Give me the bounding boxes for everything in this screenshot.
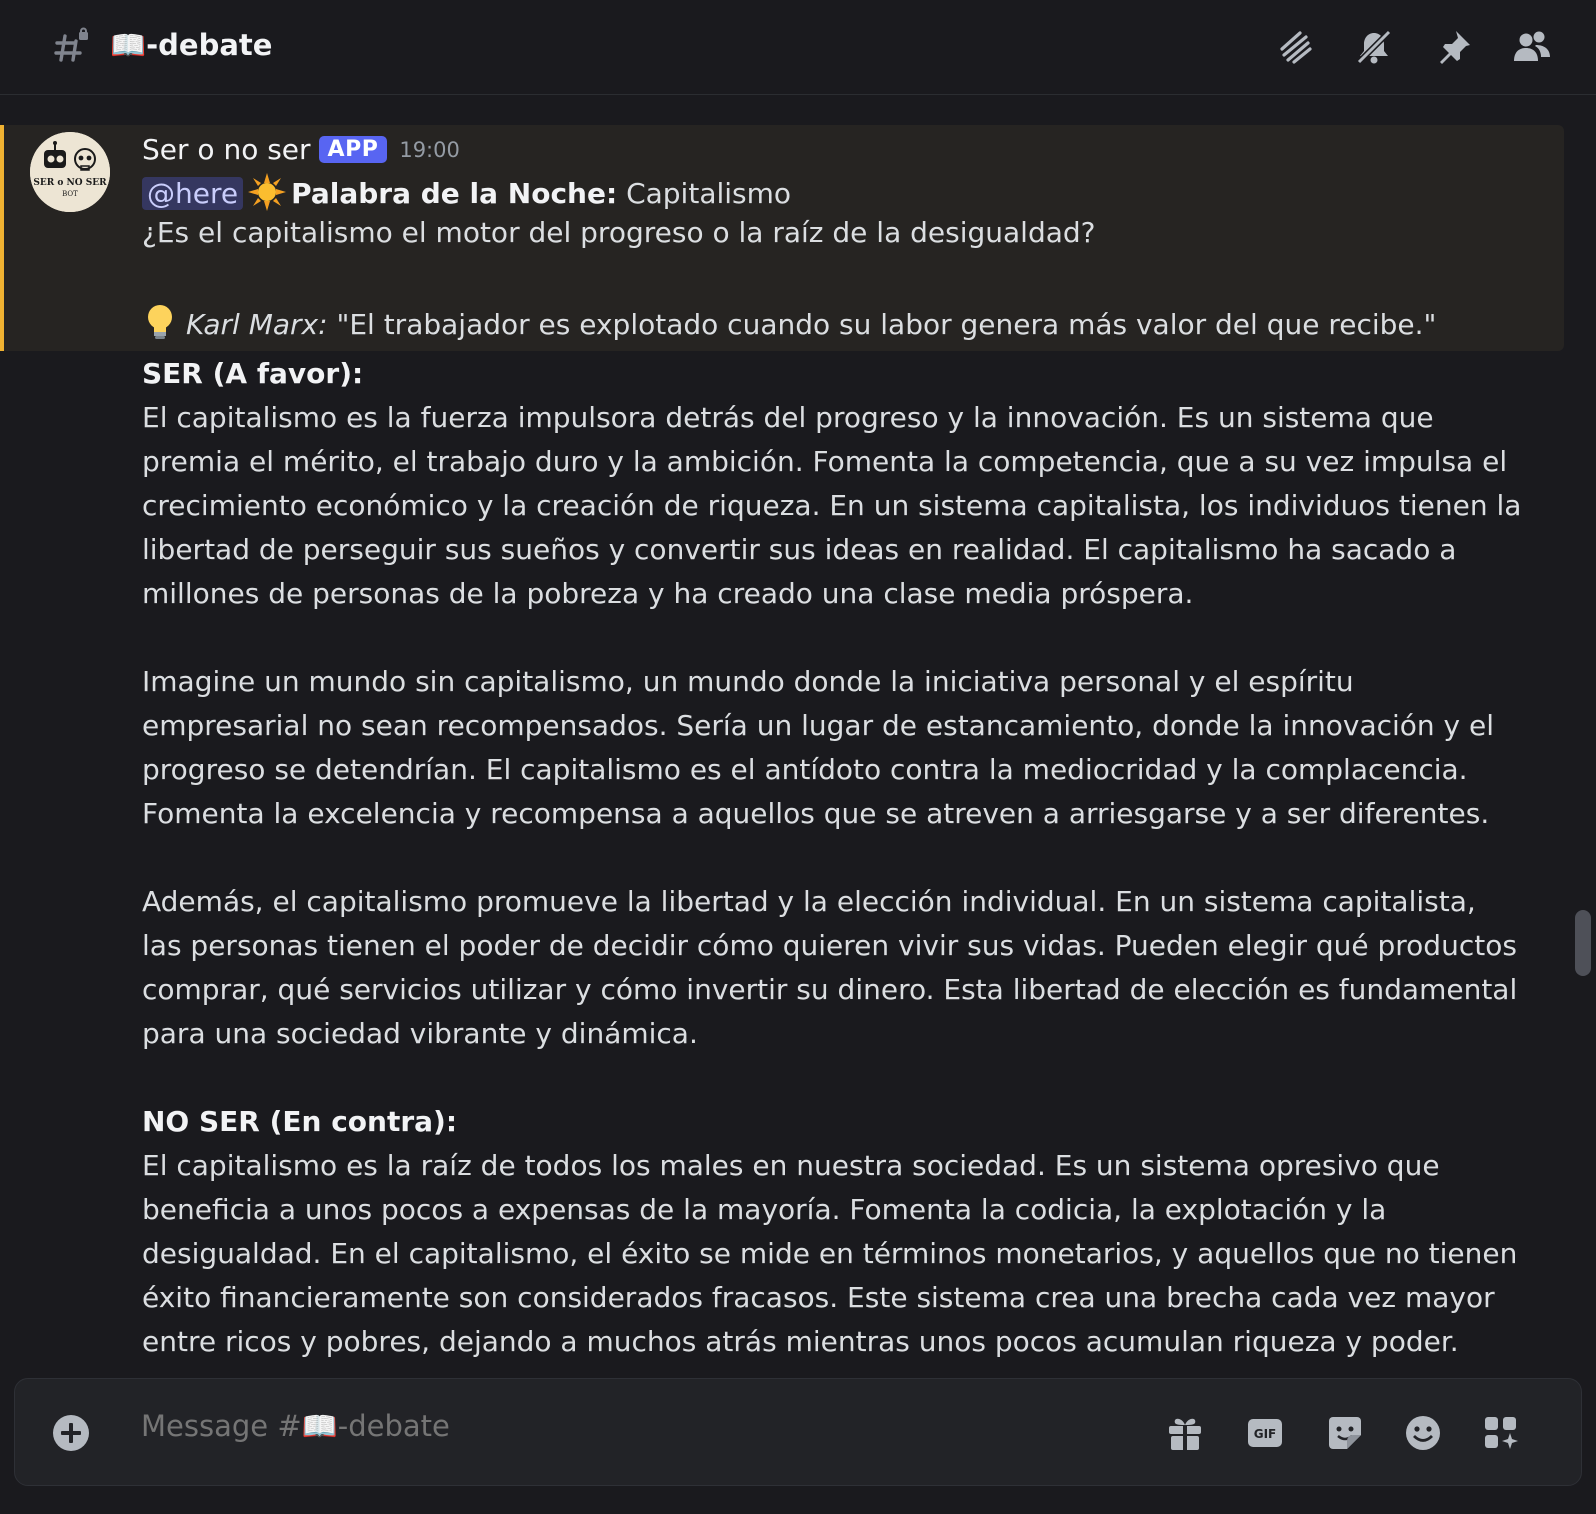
noser-section-title: NO SER (En contra): bbox=[142, 1105, 458, 1138]
ser-paragraph-2: Imagine un mundo sin capitalismo, un mun… bbox=[142, 665, 1495, 830]
ser-section-title: SER (A favor): bbox=[142, 357, 364, 390]
pin-icon[interactable] bbox=[1434, 27, 1474, 67]
emoji-icon[interactable] bbox=[1401, 1411, 1445, 1455]
message-timestamp[interactable]: 19:00 bbox=[399, 138, 460, 162]
svg-text:GIF: GIF bbox=[1254, 1427, 1277, 1441]
ser-paragraph-3: Además, el capitalismo promueve la liber… bbox=[142, 885, 1518, 1050]
scrollbar-thumb[interactable] bbox=[1575, 910, 1591, 976]
mute-bell-icon[interactable] bbox=[1354, 27, 1394, 67]
quote-text: "El trabajador es explotado cuando su la… bbox=[336, 308, 1437, 341]
gif-icon[interactable]: GIF bbox=[1243, 1411, 1287, 1455]
threads-icon[interactable] bbox=[1274, 27, 1314, 67]
members-icon[interactable] bbox=[1512, 27, 1552, 67]
message-body: SER (A favor): El capitalismo es la fuer… bbox=[142, 352, 1522, 1364]
message-composer: GIF bbox=[14, 1378, 1582, 1486]
headline-label: Palabra de la Noche: bbox=[291, 177, 618, 210]
ser-o-no-ser-logo: SER o NO SER BOT bbox=[30, 132, 110, 212]
message-meta: Ser o no ser APP 19:00 bbox=[142, 133, 460, 166]
here-mention[interactable]: @here bbox=[142, 177, 244, 210]
avatar-subtext: BOT bbox=[62, 190, 78, 198]
channel-title: 📖-debate bbox=[110, 28, 273, 62]
app-badge: APP bbox=[318, 136, 388, 163]
sticker-icon[interactable] bbox=[1323, 1411, 1367, 1455]
bot-avatar[interactable]: SER o NO SER BOT bbox=[30, 132, 110, 212]
author-username[interactable]: Ser o no ser bbox=[142, 133, 311, 166]
debate-question: ¿Es el capitalismo el motor del progreso… bbox=[142, 216, 1096, 249]
sun-emoji-icon bbox=[248, 173, 287, 211]
quote-author: Karl Marx: bbox=[186, 308, 328, 341]
gift-icon[interactable] bbox=[1163, 1411, 1207, 1455]
apps-icon[interactable] bbox=[1479, 1411, 1523, 1455]
message-input[interactable] bbox=[141, 1409, 1091, 1443]
plus-icon[interactable] bbox=[51, 1413, 91, 1453]
noser-paragraph-1: El capitalismo es la raíz de todos los m… bbox=[142, 1149, 1518, 1358]
ser-paragraph-1: El capitalismo es la fuerza impulsora de… bbox=[142, 401, 1522, 610]
headline-value: Capitalismo bbox=[626, 177, 792, 210]
channel-header: 📖-debate bbox=[0, 0, 1596, 95]
avatar-text: SER o NO SER bbox=[33, 178, 107, 188]
quote-line: Karl Marx: "El trabajador es explotado c… bbox=[142, 302, 1436, 342]
lightbulb-emoji-icon bbox=[148, 305, 172, 339]
text-channel-hash-icon bbox=[54, 27, 88, 62]
headline-line: @here Palabra de la Noche: Capitalismo bbox=[142, 172, 791, 212]
